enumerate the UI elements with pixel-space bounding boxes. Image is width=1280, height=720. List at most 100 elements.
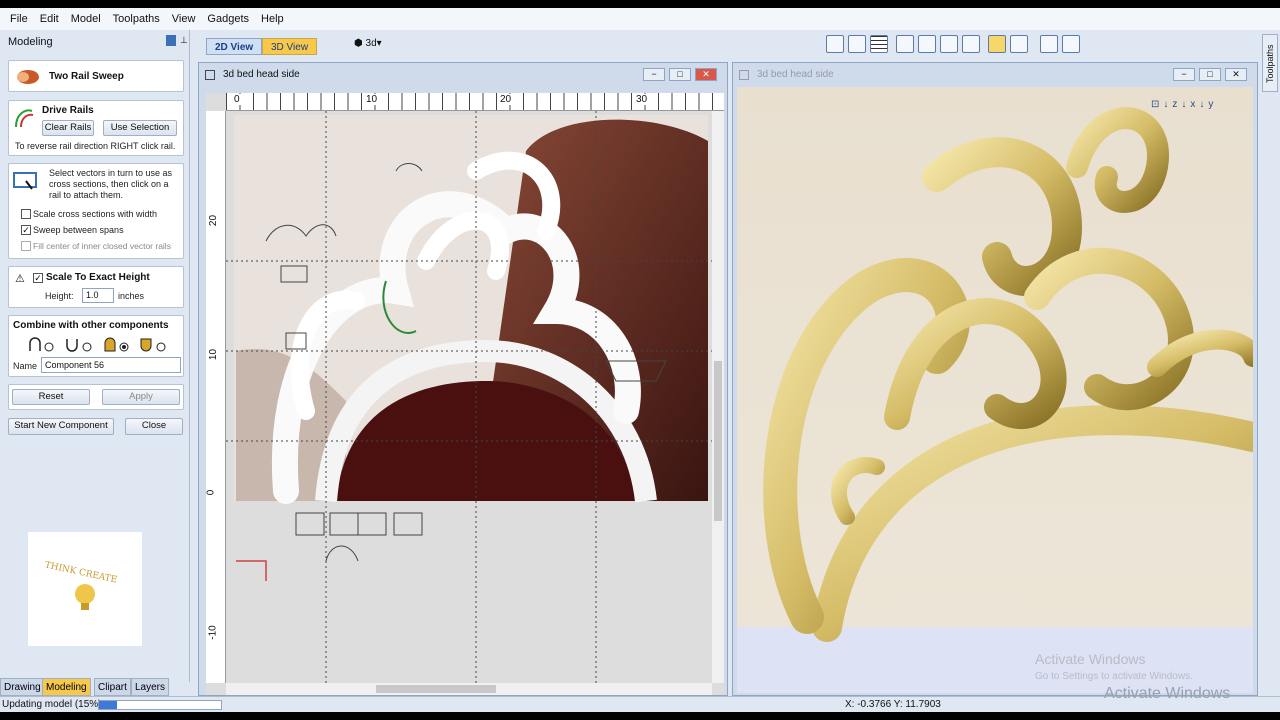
menu-toolpaths[interactable]: Toolpaths [107, 13, 166, 25]
pin-icon[interactable]: ⊥ [180, 35, 188, 46]
menu-file[interactable]: File [4, 13, 34, 25]
split-vertical-icon[interactable] [1062, 35, 1080, 53]
tab-2d-view[interactable]: 2D View [206, 38, 263, 55]
height-units: inches [118, 291, 145, 301]
minimize-button[interactable]: − [643, 68, 665, 81]
ruler-top: 0 10 20 30 [226, 93, 724, 111]
vertical-scrollbar[interactable] [712, 111, 724, 683]
design-drawing [226, 111, 712, 683]
component-name-input[interactable]: Component 56 [41, 357, 181, 373]
fill-center-label: Fill center of inner closed vector rails [33, 241, 171, 251]
height-input[interactable]: 1.0 [82, 288, 114, 303]
reverse-hint: To reverse rail direction RIGHT click ra… [15, 141, 176, 151]
ruler-left-label: 20 [208, 214, 220, 227]
menu-model[interactable]: Model [65, 13, 107, 25]
toolpaths-side-label: Toolpaths [1265, 44, 1275, 83]
tab-layers[interactable]: Layers [131, 678, 170, 696]
orbit-icon[interactable] [988, 35, 1006, 53]
use-selection-button[interactable]: Use Selection [103, 120, 177, 136]
tab-clipart[interactable]: Clipart [94, 678, 131, 696]
tool-header: Two Rail Sweep [8, 60, 184, 92]
horizontal-scroll-thumb[interactable] [376, 685, 496, 693]
view-2d-window: 3d bed head side − □ ✕ 0 10 20 30 20 10 … [198, 62, 728, 696]
activate-windows-sub: Go to Settings to activate Windows. [1035, 671, 1193, 682]
tool-title: Two Rail Sweep [49, 71, 124, 82]
menu-view[interactable]: View [166, 13, 202, 25]
view-layout-icon[interactable] [848, 35, 866, 53]
menu-help[interactable]: Help [255, 13, 290, 25]
lightbulb-icon [75, 584, 95, 610]
3d-model-view[interactable] [737, 87, 1253, 693]
close-window-button[interactable]: ✕ [1225, 68, 1247, 81]
sweep-spans-checkbox[interactable]: ✓ [21, 225, 31, 235]
tab-3d-view[interactable]: 3D View [262, 38, 318, 55]
height-section: ⚠ ✓ Scale To Exact Height Height: 1.0 in… [8, 266, 184, 308]
tab-modeling[interactable]: Modeling [42, 678, 91, 696]
ruler-left-label: -10 [207, 625, 219, 640]
zoom-out-icon[interactable] [940, 35, 958, 53]
zoom-extents-icon[interactable] [826, 35, 844, 53]
sweep-tool-icon [17, 70, 39, 84]
horizontal-scrollbar[interactable] [226, 683, 712, 695]
height-icon: ⚠ [15, 273, 25, 285]
split-horizontal-icon[interactable] [1040, 35, 1058, 53]
view-toolbar [190, 30, 1260, 58]
drive-rails-heading: Drive Rails [42, 105, 94, 116]
rotate-icon[interactable] [1010, 35, 1028, 53]
chevron-down-icon: ▾ [376, 38, 382, 49]
window-icon [205, 70, 215, 80]
progress-fill [99, 701, 118, 709]
combine-section: Combine with other components Name Compo… [8, 315, 184, 377]
zoom-box-icon[interactable] [962, 35, 980, 53]
window-3d-title: 3d bed head side [757, 69, 834, 80]
tab-drawing[interactable]: Drawing [0, 678, 45, 696]
maximize-button[interactable]: □ [1199, 68, 1221, 81]
exact-height-checkbox[interactable]: ✓ [33, 273, 43, 283]
menu-bar: File Edit Model Toolpaths View Gadgets H… [0, 8, 1280, 30]
close-window-button[interactable]: ✕ [695, 68, 717, 81]
pan-icon[interactable] [896, 35, 914, 53]
menu-gadgets[interactable]: Gadgets [201, 13, 255, 25]
scale-cross-checkbox[interactable] [21, 209, 31, 219]
bottom-tabs: Drawing Modeling Clipart Layers [0, 678, 190, 696]
maximize-button[interactable]: □ [669, 68, 691, 81]
zoom-in-icon[interactable] [918, 35, 936, 53]
apply-button[interactable]: Apply [102, 389, 180, 405]
cursor-coordinates: X: -0.3766 Y: 11.7903 [845, 699, 941, 710]
minimize-button[interactable]: − [1173, 68, 1195, 81]
reset-apply-section: Reset Apply [8, 384, 184, 410]
activate-windows-title: Activate Windows [1035, 651, 1146, 667]
start-new-component-button[interactable]: Start New Component [8, 418, 114, 435]
logo: THINK CREATE [28, 532, 142, 646]
exact-height-label: Scale To Exact Height [46, 272, 150, 283]
component-name-label: Name [13, 361, 38, 371]
progress-bar [98, 700, 222, 710]
modeling-panel: Modeling ⊥ Two Rail Sweep Drive Rails Cl… [0, 30, 190, 682]
combine-mode-icons[interactable] [27, 336, 177, 354]
ruler-top-label: 10 [364, 94, 380, 105]
ruler-left-label: 10 [208, 348, 220, 361]
fill-center-checkbox[interactable] [21, 241, 31, 251]
ruler-top-label: 20 [498, 94, 514, 105]
ruler-left: 20 10 0 -10 [205, 111, 226, 683]
cross-sections-section: Select vectors in turn to use as cross s… [8, 163, 184, 259]
view-mode-dropdown[interactable]: ⬢ 3d▾ [354, 38, 382, 49]
menu-edit[interactable]: Edit [34, 13, 65, 25]
scale-cross-label: Scale cross sections with width [33, 209, 158, 219]
clear-rails-button[interactable]: Clear Rails [42, 120, 94, 136]
3d-view-orientation-icons[interactable]: ⊡↓z↓x↓y [1151, 99, 1217, 110]
canvas-2d[interactable]: 0 10 20 30 20 10 0 -10 [205, 93, 724, 695]
reset-button[interactable]: Reset [12, 389, 90, 405]
vertical-scroll-thumb[interactable] [714, 361, 722, 521]
panel-title: Modeling [8, 36, 53, 48]
toolpaths-side-tab[interactable]: Toolpaths [1262, 34, 1278, 92]
ruler-top-label: 0 [232, 94, 242, 105]
sweep-spans-label: Sweep between spans [33, 225, 124, 235]
grid-icon[interactable] [870, 35, 888, 53]
close-button[interactable]: Close [125, 418, 183, 435]
status-bar: Updating model (15%) X: -0.3766 Y: 11.79… [0, 685, 1280, 712]
panel-dock-icon[interactable] [166, 35, 176, 46]
view-mode-value: 3d [365, 38, 377, 49]
status-text: Updating model (15%) [2, 699, 102, 710]
drive-rails-section: Drive Rails Clear Rails Use Selection To… [8, 100, 184, 156]
